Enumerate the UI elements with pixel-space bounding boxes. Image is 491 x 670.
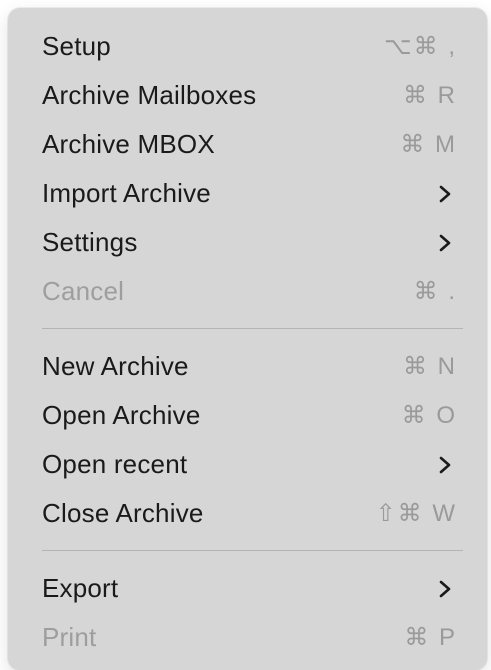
menu-item-label: New Archive	[42, 351, 189, 381]
shortcut-label: ⌘ .	[413, 278, 457, 305]
menu-item-archive-mbox[interactable]: Archive MBOX ⌘ M	[8, 120, 487, 169]
menu-item-import-archive[interactable]: Import Archive	[8, 169, 487, 218]
menu-separator	[42, 328, 463, 329]
menu-item-archive-mailboxes[interactable]: Archive Mailboxes ⌘ R	[8, 71, 487, 120]
shortcut-label: ⌘ N	[403, 353, 457, 380]
menu-item-label: Export	[42, 573, 119, 603]
shortcut-label: ⇧⌘ W	[375, 500, 457, 527]
menu-separator	[42, 550, 463, 551]
menu-item-close-archive[interactable]: Close Archive ⇧⌘ W	[8, 489, 487, 538]
shortcut-label: ⌥⌘ ,	[384, 33, 457, 60]
menu-item-cancel: Cancel ⌘ .	[8, 267, 487, 316]
menu-item-open-recent[interactable]: Open recent	[8, 440, 487, 489]
menu-item-label: Import Archive	[42, 178, 211, 208]
menu-item-export[interactable]: Export	[8, 564, 487, 613]
chevron-right-icon	[433, 453, 457, 477]
menu-item-open-archive[interactable]: Open Archive ⌘ O	[8, 391, 487, 440]
chevron-right-icon	[433, 231, 457, 255]
menu-item-label: Open recent	[42, 449, 188, 479]
menu-item-print: Print ⌘ P	[8, 613, 487, 662]
context-menu: Setup ⌥⌘ , Archive Mailboxes ⌘ R Archive…	[8, 8, 487, 670]
shortcut-label: ⌘ P	[404, 624, 457, 651]
chevron-right-icon	[433, 182, 457, 206]
menu-item-label: Print	[42, 622, 97, 652]
shortcut-label: ⌘ R	[403, 82, 457, 109]
menu-item-label: Open Archive	[42, 400, 201, 430]
menu-item-setup[interactable]: Setup ⌥⌘ ,	[8, 22, 487, 71]
shortcut-label: ⌘ O	[401, 402, 457, 429]
menu-item-settings[interactable]: Settings	[8, 218, 487, 267]
menu-item-label: Setup	[42, 31, 111, 61]
shortcut-label: ⌘ M	[400, 131, 457, 158]
menu-item-label: Archive MBOX	[42, 129, 215, 159]
menu-item-label: Archive Mailboxes	[42, 80, 257, 110]
chevron-right-icon	[433, 577, 457, 601]
menu-item-label: Close Archive	[42, 498, 204, 528]
menu-item-label: Settings	[42, 227, 138, 257]
menu-item-new-archive[interactable]: New Archive ⌘ N	[8, 342, 487, 391]
menu-item-label: Cancel	[42, 276, 125, 306]
